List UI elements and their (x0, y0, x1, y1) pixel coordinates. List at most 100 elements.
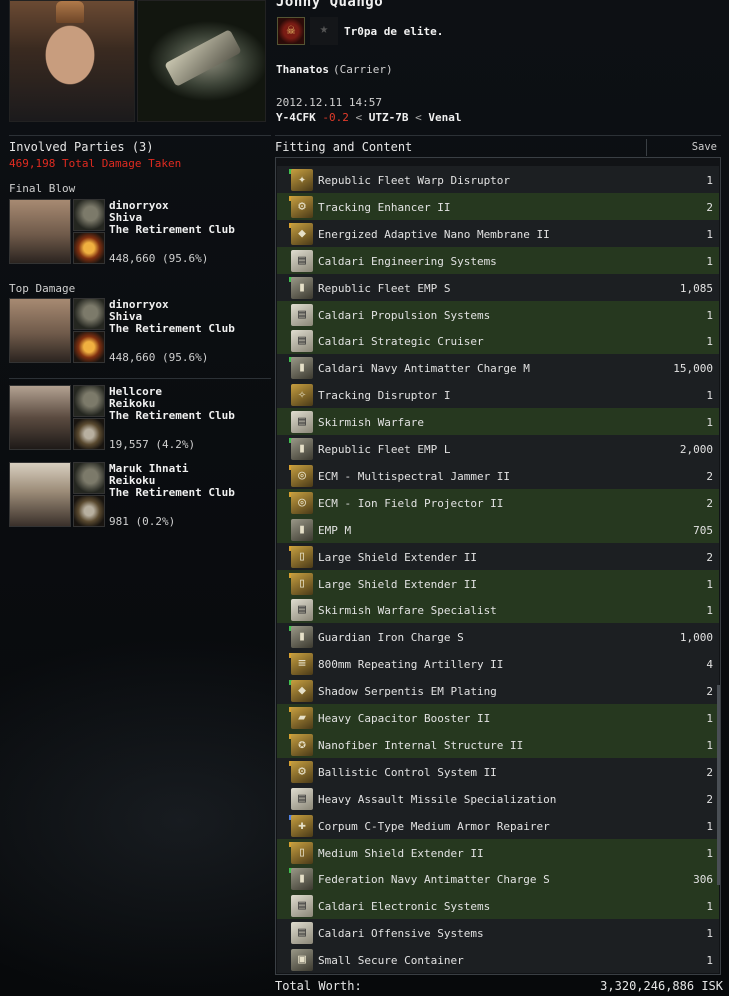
item-name[interactable]: Skirmish Warfare (318, 416, 424, 429)
item-row[interactable]: ▤ Skirmish Warfare Specialist 1 (277, 596, 719, 624)
corp-logo-icon[interactable]: ☠ (277, 17, 305, 45)
item-name[interactable]: Caldari Engineering Systems (318, 255, 497, 268)
armor-plating-icon[interactable]: ◆ (291, 680, 313, 703)
attacker-corp[interactable]: The Retirement Club (109, 223, 235, 236)
skillbook-icon[interactable]: ▤ (291, 599, 313, 622)
item-row[interactable]: ◎ ECM - Multispectral Jammer II 2 (277, 461, 719, 489)
item-name[interactable]: Tracking Enhancer II (318, 201, 450, 214)
armor-repairer-icon[interactable]: ✚ (291, 814, 313, 837)
tracking-enhancer-icon[interactable]: ⚙ (291, 195, 313, 218)
skillbook-icon[interactable]: ▤ (291, 895, 313, 918)
armor-membrane-icon[interactable]: ◆ (291, 222, 313, 245)
skillbook-icon[interactable]: ▤ (291, 303, 313, 326)
victim-corp-name[interactable]: Tr0pa de elite. (344, 25, 443, 38)
item-row[interactable]: ▤ Caldari Propulsion Systems 1 (277, 300, 719, 328)
attacker-ship-icon[interactable] (73, 298, 105, 330)
ballistic-control-icon[interactable]: ⚙ (291, 760, 313, 783)
items-scrollbar[interactable] (717, 685, 720, 885)
item-row[interactable]: ✧ Tracking Disruptor I 1 (277, 381, 719, 409)
capacitor-booster-icon[interactable]: ▰ (291, 707, 313, 729)
victim-portrait[interactable] (9, 0, 135, 122)
item-row[interactable]: ✪ Nanofiber Internal Structure II 1 (277, 730, 719, 758)
artillery-icon[interactable]: ≡ (291, 653, 313, 676)
shield-extender-icon[interactable]: ▯ (291, 545, 313, 568)
item-row[interactable]: ▮ Federation Navy Antimatter Charge S 306 (277, 865, 719, 893)
item-row[interactable]: ▮ Republic Fleet EMP S 1,085 (277, 273, 719, 301)
location-system[interactable]: Y-4CFK (276, 111, 316, 124)
item-row[interactable]: ◆ Energized Adaptive Nano Membrane II 1 (277, 219, 719, 247)
attacker-portrait[interactable] (9, 199, 71, 264)
ecm-projector-icon[interactable]: ◎ (291, 491, 313, 514)
item-row[interactable]: ▤ Caldari Engineering Systems 1 (277, 246, 719, 274)
warp-disruptor-icon[interactable]: ✦ (291, 169, 313, 191)
item-name[interactable]: ECM - Ion Field Projector II (318, 497, 503, 510)
item-name[interactable]: Republic Fleet EMP S (318, 282, 450, 295)
item-name[interactable]: Federation Navy Antimatter Charge S (318, 873, 550, 886)
item-name[interactable]: Caldari Propulsion Systems (318, 309, 490, 322)
skillbook-icon[interactable]: ▤ (291, 411, 313, 434)
skillbook-icon[interactable]: ▤ (291, 922, 313, 945)
shield-extender-icon[interactable]: ▯ (291, 841, 313, 864)
ammo-icon[interactable]: ▮ (291, 438, 313, 460)
item-name[interactable]: Caldari Electronic Systems (318, 900, 490, 913)
item-row[interactable]: ≡ 800mm Repeating Artillery II 4 (277, 650, 719, 678)
item-row[interactable]: ▤ Caldari Electronic Systems 1 (277, 892, 719, 920)
item-row[interactable]: ▣ Small Secure Container 1 (277, 946, 719, 974)
shield-extender-icon[interactable]: ▯ (291, 572, 313, 595)
attacker-ship-icon[interactable] (73, 199, 105, 231)
item-name[interactable]: Tracking Disruptor I (318, 389, 450, 402)
item-row[interactable]: ▤ Skirmish Warfare 1 (277, 408, 719, 436)
item-row[interactable]: ▯ Medium Shield Extender II 1 (277, 838, 719, 866)
item-row[interactable]: ▤ Caldari Strategic Cruiser 1 (277, 327, 719, 355)
ammo-icon[interactable]: ▮ (291, 357, 313, 380)
item-name[interactable]: Republic Fleet EMP L (318, 443, 450, 456)
attacker-corp[interactable]: The Retirement Club (109, 409, 235, 422)
attacker-portrait[interactable] (9, 385, 71, 450)
skillbook-icon[interactable]: ▤ (291, 249, 313, 272)
skillbook-icon[interactable]: ▤ (291, 330, 313, 353)
alliance-logo-icon[interactable]: ★ (310, 17, 338, 45)
item-row[interactable]: ✦ Republic Fleet Warp Disruptor 1 (277, 166, 719, 193)
ammo-icon[interactable]: ▮ (291, 518, 313, 541)
item-name[interactable]: Large Shield Extender II (318, 551, 477, 564)
item-row[interactable]: ⚙ Tracking Enhancer II 2 (277, 192, 719, 220)
item-row[interactable]: ◎ ECM - Ion Field Projector II 2 (277, 488, 719, 516)
tracking-disruptor-icon[interactable]: ✧ (291, 384, 313, 407)
item-name[interactable]: Large Shield Extender II (318, 578, 477, 591)
victim-ship-image[interactable] (137, 0, 266, 122)
attacker-portrait[interactable] (9, 298, 71, 363)
attacker-weapon-icon[interactable] (73, 495, 105, 527)
attacker-ship-icon[interactable] (73, 462, 105, 494)
victim-pilot-name[interactable]: Jonny Quango (276, 0, 383, 10)
attacker-corp[interactable]: The Retirement Club (109, 486, 235, 499)
item-name[interactable]: Caldari Offensive Systems (318, 927, 484, 940)
attacker-weapon-icon[interactable] (73, 232, 105, 264)
location-constellation[interactable]: UTZ-7B (369, 111, 409, 124)
item-name[interactable]: EMP M (318, 524, 351, 537)
item-row[interactable]: ▰ Heavy Capacitor Booster II 1 (277, 704, 719, 731)
ecm-jammer-icon[interactable]: ◎ (291, 464, 313, 487)
item-row[interactable]: ✚ Corpum C-Type Medium Armor Repairer 1 (277, 811, 719, 839)
item-name[interactable]: ECM - Multispectral Jammer II (318, 470, 510, 483)
item-name[interactable]: Shadow Serpentis EM Plating (318, 685, 497, 698)
ammo-icon[interactable]: ▮ (291, 868, 313, 891)
item-name[interactable]: Heavy Assault Missile Specialization (318, 793, 556, 806)
fitting-items-list[interactable]: ✦ Republic Fleet Warp Disruptor 1 ⚙ Tracking… (275, 157, 721, 975)
item-row[interactable]: ▮ EMP M 705 (277, 515, 719, 543)
victim-ship-name[interactable]: Thanatos (276, 63, 329, 76)
item-row[interactable]: ▤ Heavy Assault Missile Specialization 2 (277, 784, 719, 812)
location-region[interactable]: Venal (428, 111, 461, 124)
item-name[interactable]: Caldari Strategic Cruiser (318, 335, 484, 348)
item-name[interactable]: Small Secure Container (318, 954, 464, 967)
item-name[interactable]: 800mm Repeating Artillery II (318, 658, 503, 671)
item-row[interactable]: ◆ Shadow Serpentis EM Plating 2 (277, 677, 719, 705)
attacker-corp[interactable]: The Retirement Club (109, 322, 235, 335)
item-name[interactable]: Heavy Capacitor Booster II (318, 712, 490, 725)
item-name[interactable]: Ballistic Control System II (318, 766, 497, 779)
attacker-weapon-icon[interactable] (73, 418, 105, 450)
item-name[interactable]: Skirmish Warfare Specialist (318, 604, 497, 617)
item-name[interactable]: Republic Fleet Warp Disruptor (318, 174, 510, 187)
nanofiber-icon[interactable]: ✪ (291, 733, 313, 756)
ammo-icon[interactable]: ▮ (291, 626, 313, 649)
item-name[interactable]: Nanofiber Internal Structure II (318, 739, 523, 752)
